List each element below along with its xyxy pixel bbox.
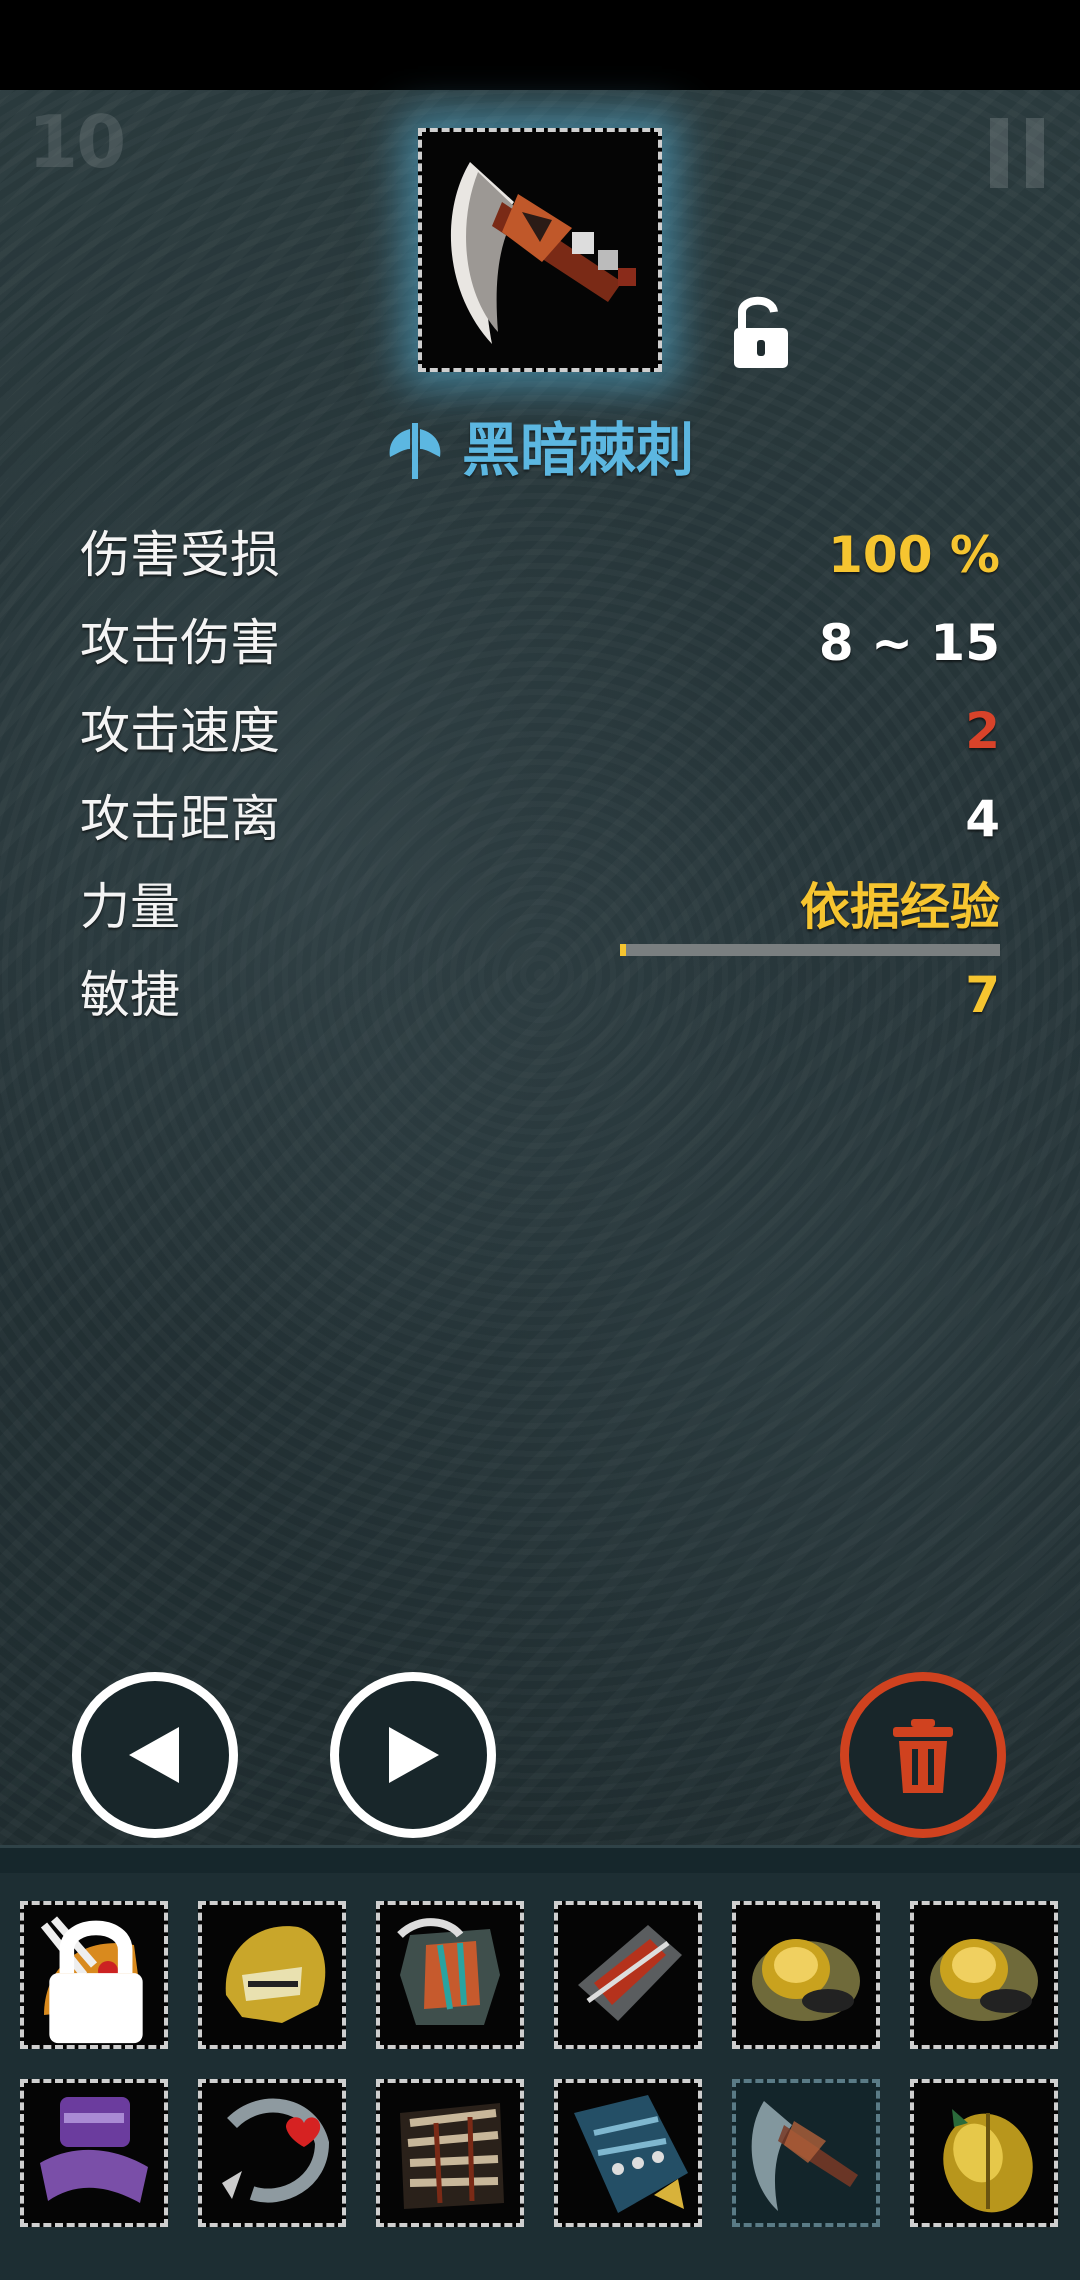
stat-label-strength: 力量 <box>80 878 180 936</box>
gold-helmet-icon <box>225 1926 326 2023</box>
inventory-slot-striped-armor[interactable] <box>376 2079 524 2227</box>
inventory-slot-jester-hood[interactable] <box>20 1901 168 2049</box>
trash-icon <box>893 1719 953 1793</box>
inventory-slot-gold-ring[interactable] <box>910 1901 1058 2049</box>
stat-label-attack-damage: 攻击伤害 <box>80 614 280 672</box>
stat-label-agility: 敏捷 <box>80 966 180 1024</box>
axe-icon <box>389 423 441 479</box>
inventory-divider <box>0 1845 1080 1876</box>
inventory-slot-gold-ring[interactable] <box>732 1901 880 2049</box>
inventory-slot-golden-scarab[interactable] <box>910 2079 1058 2227</box>
triangle-right-icon <box>389 1727 439 1783</box>
strength-exp-bar <box>620 944 1000 956</box>
inventory-slot-blue-gauntlet[interactable] <box>554 2079 702 2227</box>
striped-armor-icon <box>400 2103 504 2209</box>
inventory-slot-heart-amulet[interactable] <box>198 2079 346 2227</box>
stat-value-attack-range: 4 <box>965 790 1000 848</box>
dark-thorn-axe-icon <box>751 2101 858 2211</box>
previous-item-button[interactable] <box>72 1672 238 1838</box>
purple-belt-icon <box>40 2097 148 2203</box>
item-title-row: 黑暗棘刺 <box>0 410 1080 490</box>
gold-ring-icon <box>930 1939 1038 2021</box>
stat-label-attack-speed: 攻击速度 <box>80 702 280 760</box>
inventory-slot-purple-belt[interactable] <box>20 2079 168 2227</box>
item-preview <box>418 128 662 372</box>
status-bar <box>0 0 1080 90</box>
stat-value-agility: 7 <box>965 966 1000 1024</box>
golden-scarab-icon <box>943 2109 1033 2213</box>
strength-exp-fill <box>620 944 626 956</box>
bracer-icon <box>578 1925 682 2021</box>
heart-amulet-icon <box>222 2098 330 2203</box>
blue-gauntlet-icon <box>574 2095 688 2213</box>
item-name: 黑暗棘刺 <box>461 416 694 484</box>
gold-ring-icon <box>752 1939 860 2021</box>
next-item-button[interactable] <box>330 1672 496 1838</box>
inventory-panel <box>0 1873 1080 2280</box>
level-number: 10 <box>28 100 126 184</box>
chest-armor-icon <box>397 1918 500 2025</box>
inventory-slot-bracer[interactable] <box>554 1901 702 2049</box>
stat-label-attack-range: 攻击距离 <box>80 790 280 848</box>
triangle-left-icon <box>129 1727 179 1783</box>
delete-item-button[interactable] <box>840 1672 1006 1838</box>
inventory-slot-dark-thorn-axe[interactable] <box>732 2079 880 2227</box>
stat-value-damage-taken: 100 % <box>828 526 1000 584</box>
stat-label-damage-taken: 伤害受损 <box>80 526 280 584</box>
unlock-icon[interactable] <box>728 292 794 370</box>
stat-value-strength: 依据经验 <box>800 878 1000 936</box>
stat-value-attack-damage: 8 ~ 15 <box>818 614 1000 672</box>
inventory-slot-gold-helmet[interactable] <box>198 1901 346 2049</box>
lock-icon <box>49 1920 143 2044</box>
dark-thorn-axe-image <box>422 132 658 368</box>
pause-icon[interactable] <box>990 118 1046 188</box>
inventory-slot-chest-armor[interactable] <box>376 1901 524 2049</box>
stat-value-attack-speed: 2 <box>965 702 1000 760</box>
